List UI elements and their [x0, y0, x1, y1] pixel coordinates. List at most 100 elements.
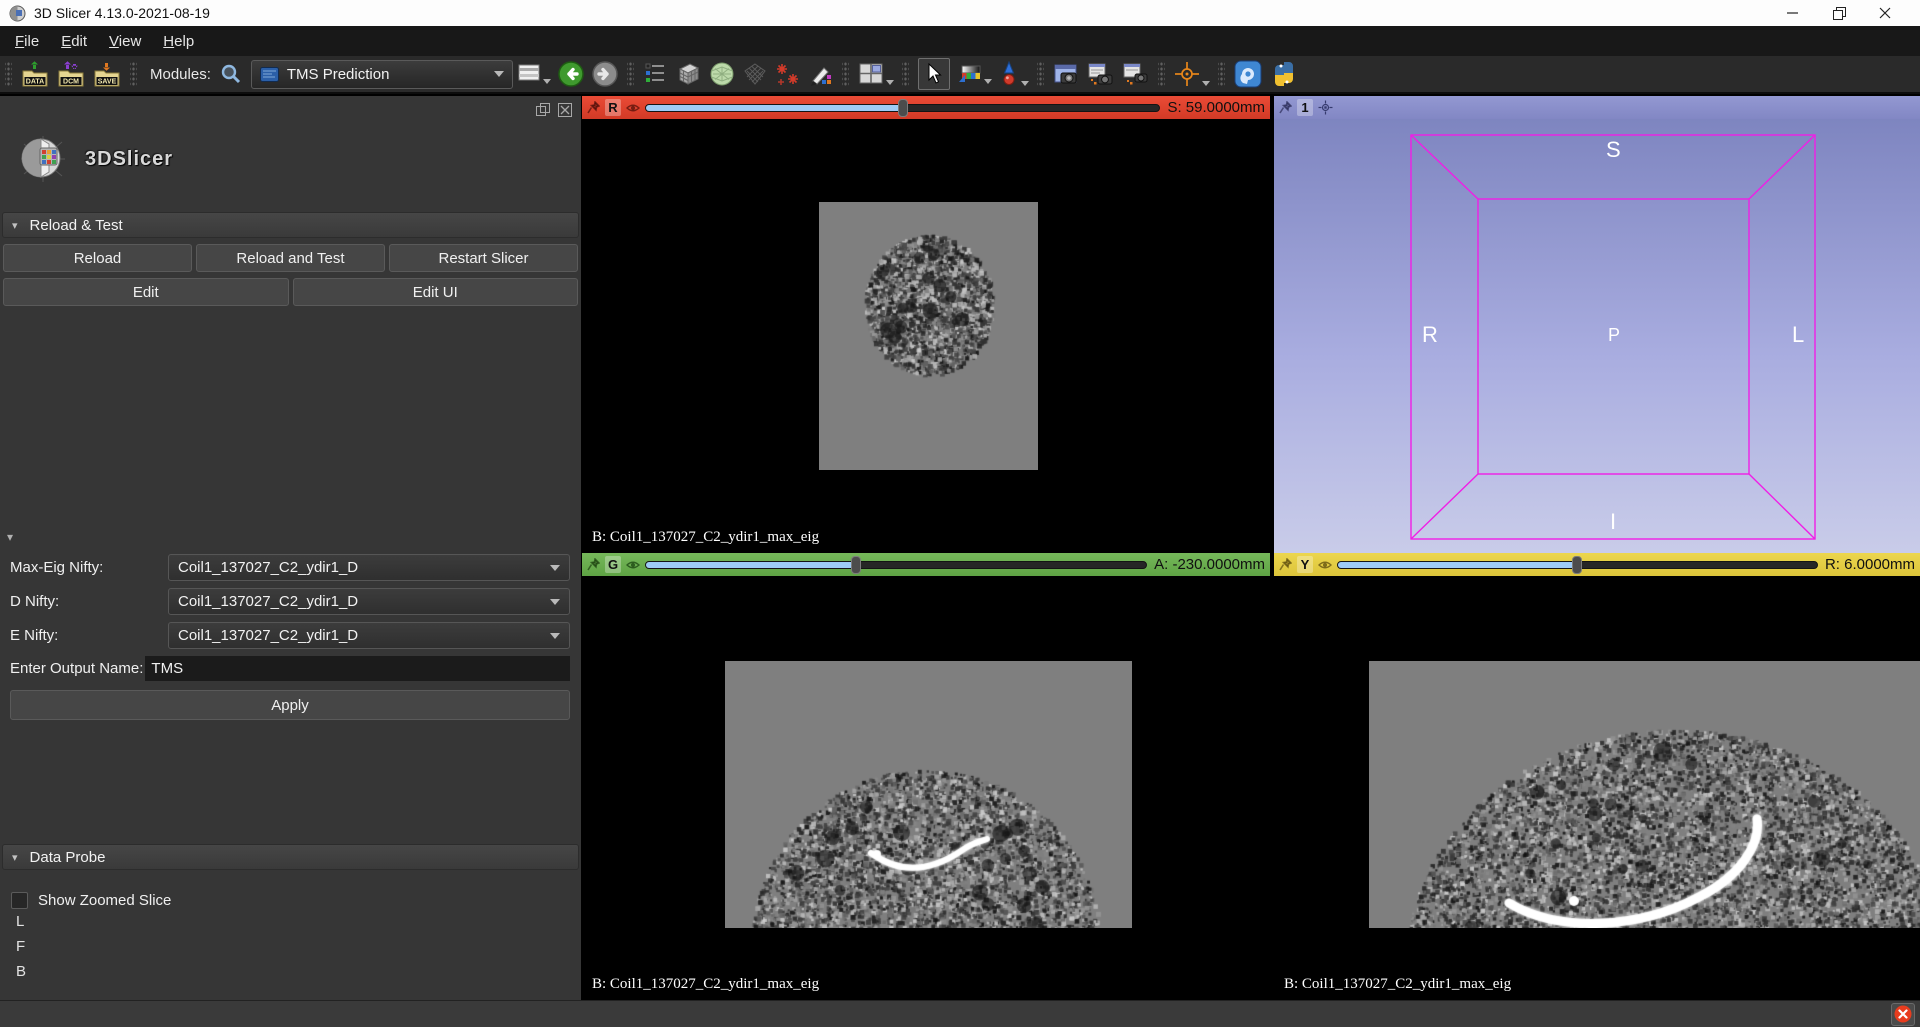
spin-view-icon[interactable]	[1318, 100, 1333, 115]
apply-button[interactable]: Apply	[10, 690, 570, 720]
close-panel-icon[interactable]	[557, 102, 573, 118]
d-nifty-combobox[interactable]: Coil1_137027_C2_ydir1_D	[168, 588, 570, 615]
extensions-manager-button[interactable]	[1233, 59, 1263, 89]
pin-icon[interactable]	[1279, 558, 1292, 572]
slider-handle[interactable]	[898, 99, 908, 117]
load-dicom-button[interactable]: DCM	[56, 61, 86, 88]
visibility-eye-icon[interactable]	[626, 102, 640, 114]
green-slice-offset-slider[interactable]	[645, 557, 1147, 573]
slicer-window: 3D Slicer 4.13.0-2021-08-19 File Edit Vi…	[0, 0, 1920, 1027]
red-asterisk-icon	[774, 61, 801, 88]
sample-data-cube-button[interactable]	[674, 60, 702, 88]
menu-help[interactable]: Help	[152, 29, 205, 54]
module-tree-icon	[642, 61, 668, 87]
red-slice-view[interactable]: B: Coil1_137027_C2_ydir1_max_eig	[582, 119, 1270, 553]
python-console-button[interactable]	[1269, 59, 1299, 89]
viewport-area: R S: 59.0000mm 1	[582, 96, 1920, 1000]
error-log-button[interactable]	[1891, 1003, 1915, 1026]
scene-camera-restore-icon	[1121, 61, 1150, 88]
yellow-slice-offset-slider[interactable]	[1337, 557, 1818, 573]
scene-view-restore-button[interactable]	[1121, 61, 1150, 88]
window-level-button[interactable]	[957, 62, 992, 86]
status-bar	[0, 1000, 1920, 1027]
module-history-button[interactable]	[516, 62, 551, 86]
crosshair-button[interactable]	[1173, 60, 1210, 88]
threed-view[interactable]: S R P L I	[1274, 119, 1920, 553]
visibility-eye-icon[interactable]	[626, 559, 640, 571]
pin-icon[interactable]	[587, 558, 600, 572]
reload-and-test-button[interactable]: Reload and Test	[196, 244, 385, 272]
history-back-button[interactable]	[557, 60, 585, 88]
collapsed-section-triangle[interactable]: ▾	[7, 532, 581, 542]
slider-handle[interactable]	[851, 556, 861, 574]
visibility-eye-icon[interactable]	[1318, 559, 1332, 571]
d-nifty-label: D Nifty:	[10, 593, 168, 610]
undock-panel-icon[interactable]	[535, 102, 551, 118]
layout-selector-button[interactable]	[857, 61, 894, 87]
menu-edit[interactable]: Edit	[50, 29, 98, 54]
annotations-button[interactable]	[807, 61, 834, 88]
save-button[interactable]: SAVE	[92, 61, 122, 88]
history-forward-button[interactable]	[591, 60, 619, 88]
threed-view-label[interactable]: 1	[1297, 99, 1313, 116]
toolbar-grip[interactable]	[5, 62, 12, 86]
pin-icon[interactable]	[587, 101, 600, 115]
title-bar: 3D Slicer 4.13.0-2021-08-19	[0, 0, 1920, 26]
slider-handle[interactable]	[1572, 556, 1582, 574]
surface-models-button[interactable]	[708, 60, 736, 88]
python-icon	[1269, 59, 1299, 89]
minimize-button[interactable]	[1770, 0, 1816, 26]
menu-bar: File Edit View Help	[0, 26, 1920, 56]
restart-slicer-button[interactable]: Restart Slicer	[389, 244, 578, 272]
restore-button[interactable]	[1816, 0, 1862, 26]
output-name-input[interactable]	[145, 656, 570, 681]
max-eig-nifty-combobox[interactable]: Coil1_137027_C2_ydir1_D	[168, 554, 570, 581]
error-icon	[1894, 1005, 1912, 1023]
slicer-brand-text: 3DSlicer	[85, 148, 173, 171]
minimize-icon	[1787, 7, 1799, 19]
red-slice-offset-slider[interactable]	[645, 100, 1160, 116]
edit-ui-button[interactable]: Edit UI	[293, 278, 579, 306]
e-nifty-combobox[interactable]: Coil1_137027_C2_ydir1_D	[168, 622, 570, 649]
module-selector-combobox[interactable]: TMS Prediction	[251, 60, 513, 89]
close-button[interactable]	[1862, 0, 1908, 26]
axial-slice-image[interactable]	[819, 202, 1038, 470]
toolbar-grip[interactable]	[130, 62, 137, 86]
coronal-slice-image[interactable]	[725, 661, 1132, 928]
place-fiducial-button[interactable]	[998, 60, 1029, 88]
show-zoomed-slice-checkbox[interactable]	[11, 892, 28, 909]
reload-button[interactable]: Reload	[3, 244, 192, 272]
edit-button[interactable]: Edit	[3, 278, 289, 306]
yellow-slice-view[interactable]: B: Coil1_137027_C2_ydir1_max_eig	[1274, 576, 1920, 1000]
green-slice-label[interactable]: G	[605, 556, 621, 573]
load-data-icon: DATA	[20, 61, 50, 88]
green-offset-value: A: -230.0000mm	[1154, 556, 1265, 573]
pin-icon[interactable]	[1279, 101, 1292, 115]
data-probe-section-header[interactable]: ▾ Data Probe	[2, 844, 579, 870]
reload-test-section-header[interactable]: ▾ Reload & Test	[2, 212, 579, 238]
red-slice-label[interactable]: R	[605, 99, 621, 116]
load-data-button[interactable]: DATA	[20, 61, 50, 88]
menu-file[interactable]: File	[4, 29, 50, 54]
save-label: SAVE	[98, 78, 117, 85]
chevron-down-icon	[550, 565, 560, 571]
orientation-label-inferior: I	[1610, 509, 1616, 535]
pen-icon	[807, 61, 834, 88]
yellow-slice-label[interactable]: Y	[1297, 556, 1313, 573]
module-selector-value: TMS Prediction	[287, 66, 494, 83]
module-search-button[interactable]	[220, 63, 242, 85]
sagittal-slice-image[interactable]	[1369, 661, 1920, 928]
interaction-mode-cursor-button[interactable]	[918, 58, 950, 90]
menu-view[interactable]: View	[98, 29, 152, 54]
e-nifty-label: E Nifty:	[10, 627, 168, 644]
scene-view-capture-button[interactable]	[1086, 61, 1115, 88]
chevron-down-icon	[550, 599, 560, 605]
toolbar-separator	[627, 62, 634, 86]
markups-button[interactable]	[774, 61, 801, 88]
green-slice-view[interactable]: B: Coil1_137027_C2_ydir1_max_eig	[582, 576, 1270, 1000]
modules-label: Modules:	[150, 66, 211, 83]
screenshot-button[interactable]	[1052, 61, 1080, 88]
dark-grid-cube-icon	[742, 61, 768, 87]
show-module-panel-button[interactable]	[642, 61, 668, 87]
volume-rendering-button[interactable]	[742, 61, 768, 87]
